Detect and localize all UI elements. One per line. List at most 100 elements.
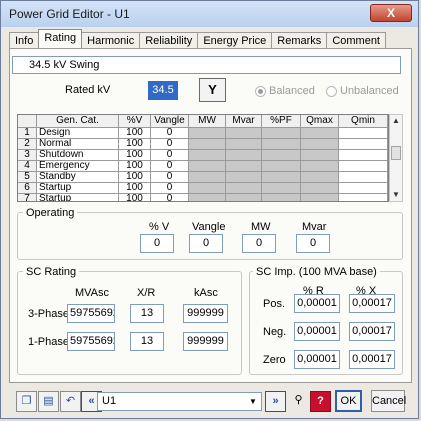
pos-r-field[interactable]: 0,00001 <box>294 294 340 313</box>
pf-cell <box>262 150 301 161</box>
ok-button[interactable]: OK <box>335 390 362 412</box>
table-row[interactable]: 1 Design 100 0 <box>18 128 388 139</box>
vangle-cell[interactable]: 0 <box>151 161 189 172</box>
qmax-cell <box>301 150 339 161</box>
kasc-label: kAsc <box>194 287 218 299</box>
table-row[interactable]: 2 Normal 100 0 <box>18 139 388 150</box>
next-button[interactable]: » <box>265 391 286 412</box>
operating-v-field[interactable]: 0 <box>140 234 174 253</box>
table-row[interactable]: 6 Startup 100 0 <box>18 183 388 194</box>
percent-v-cell[interactable]: 100 <box>119 183 151 194</box>
vangle-cell[interactable]: 0 <box>151 183 189 194</box>
scroll-thumb[interactable] <box>391 146 401 160</box>
one-phase-mvasc-field[interactable]: 59755692 <box>67 332 115 351</box>
col-mvar: Mvar <box>226 115 262 128</box>
rated-kv-input[interactable]: 34.5 <box>148 81 178 100</box>
unbalanced-radio[interactable] <box>326 86 337 97</box>
col-qmin: Qmin <box>339 115 388 128</box>
pf-cell <box>262 194 301 201</box>
wye-connection-icon: Y <box>208 82 217 97</box>
gen-cat-cell: Emergency <box>37 161 119 172</box>
one-phase-xr-field[interactable]: 13 <box>130 332 164 351</box>
pos-x-field[interactable]: 0,00017 <box>349 294 395 313</box>
pf-cell <box>262 183 301 194</box>
scroll-down-arrow-icon[interactable]: ▼ <box>390 189 402 201</box>
operating-vangle-field[interactable]: 0 <box>189 234 223 253</box>
pf-cell <box>262 139 301 150</box>
y-connection-button[interactable]: Y <box>199 78 226 102</box>
balanced-radio[interactable] <box>255 86 266 97</box>
percent-v-cell[interactable]: 100 <box>119 172 151 183</box>
zero-r-field[interactable]: 0,00001 <box>294 350 340 369</box>
neg-r-field[interactable]: 0,00001 <box>294 322 340 341</box>
operating-mvar-label: Mvar <box>302 221 327 233</box>
qmax-cell <box>301 194 339 201</box>
mvar-cell <box>226 139 262 150</box>
close-button[interactable]: X <box>370 4 412 22</box>
percent-v-cell[interactable]: 100 <box>119 139 151 150</box>
paste-button[interactable]: ▤ <box>38 391 59 412</box>
element-select-combo[interactable]: U1 ▼ <box>97 392 262 411</box>
table-row[interactable]: 5 Standby 100 0 <box>18 172 388 183</box>
table-row[interactable]: 4 Emergency 100 0 <box>18 161 388 172</box>
gen-cat-cell: Startup <box>37 183 119 194</box>
mw-cell <box>189 139 226 150</box>
one-phase-kasc-field[interactable]: 999999 <box>183 332 228 351</box>
chevron-right-icon: » <box>272 395 279 407</box>
mvasc-label: MVAsc <box>75 287 110 299</box>
col-qmax: Qmax <box>301 115 339 128</box>
col-gen-cat: Gen. Cat. <box>37 115 119 128</box>
row-number: 5 <box>18 172 37 183</box>
operating-vangle-label: Vangle <box>192 221 226 233</box>
vangle-cell[interactable]: 0 <box>151 139 189 150</box>
vangle-cell[interactable]: 0 <box>151 172 189 183</box>
table-row[interactable]: 7 Startup 100 0 <box>18 194 388 201</box>
tab-energy-price[interactable]: Energy Price <box>197 32 273 48</box>
scroll-up-arrow-icon[interactable]: ▲ <box>390 115 402 127</box>
cancel-button[interactable]: Cancel <box>371 390 406 412</box>
mw-cell <box>189 161 226 172</box>
three-phase-xr-field[interactable]: 13 <box>130 304 164 323</box>
tab-comment[interactable]: Comment <box>326 32 386 48</box>
percent-v-cell[interactable]: 100 <box>119 194 151 201</box>
copy-button[interactable]: ❐ <box>16 391 37 412</box>
tab-reliability[interactable]: Reliability <box>139 32 199 48</box>
tab-rating[interactable]: Rating <box>38 29 83 48</box>
table-row[interactable]: 3 Shutdown 100 0 <box>18 150 388 161</box>
operating-mw-field[interactable]: 0 <box>242 234 276 253</box>
undo-button[interactable]: ↶ <box>60 391 81 412</box>
vangle-cell[interactable]: 0 <box>151 194 189 201</box>
qmax-cell <box>301 128 339 139</box>
qmax-cell <box>301 183 339 194</box>
xr-label: X/R <box>137 287 156 299</box>
row-number: 7 <box>18 194 37 201</box>
three-phase-kasc-field[interactable]: 999999 <box>183 304 228 323</box>
percent-v-cell[interactable]: 100 <box>119 161 151 172</box>
neg-x-field[interactable]: 0,00017 <box>349 322 395 341</box>
vangle-cell[interactable]: 0 <box>151 128 189 139</box>
chevron-down-icon[interactable]: ▼ <box>246 394 260 409</box>
vangle-cell[interactable]: 0 <box>151 150 189 161</box>
tab-remarks[interactable]: Remarks <box>271 32 328 48</box>
tab-info[interactable]: Info <box>9 32 40 48</box>
percent-v-cell[interactable]: 100 <box>119 128 151 139</box>
three-phase-mvasc-field[interactable]: 59755692 <box>67 304 115 323</box>
zero-x-field[interactable]: 0,00017 <box>349 350 395 369</box>
mw-cell <box>189 150 226 161</box>
copy-icon: ❐ <box>21 395 32 407</box>
mw-cell <box>189 128 226 139</box>
row-number: 3 <box>18 150 37 161</box>
help-button[interactable]: ? <box>310 391 331 412</box>
col-vangle: Vangle <box>151 115 189 128</box>
qmin-cell <box>339 194 388 201</box>
binoculars-icon: ⚲ <box>294 394 303 406</box>
balanced-label: Balanced <box>269 85 315 97</box>
tab-harmonic[interactable]: Harmonic <box>81 32 141 48</box>
operating-mvar-field[interactable]: 0 <box>296 234 330 253</box>
title-bar: Power Grid Editor - U1 X <box>1 1 418 27</box>
percent-v-cell[interactable]: 100 <box>119 150 151 161</box>
find-button[interactable]: ⚲ <box>288 391 309 412</box>
grid-vertical-scrollbar[interactable]: ▲ ▼ <box>389 114 403 202</box>
qmax-cell <box>301 172 339 183</box>
gen-cat-cell: Startup <box>37 194 119 201</box>
